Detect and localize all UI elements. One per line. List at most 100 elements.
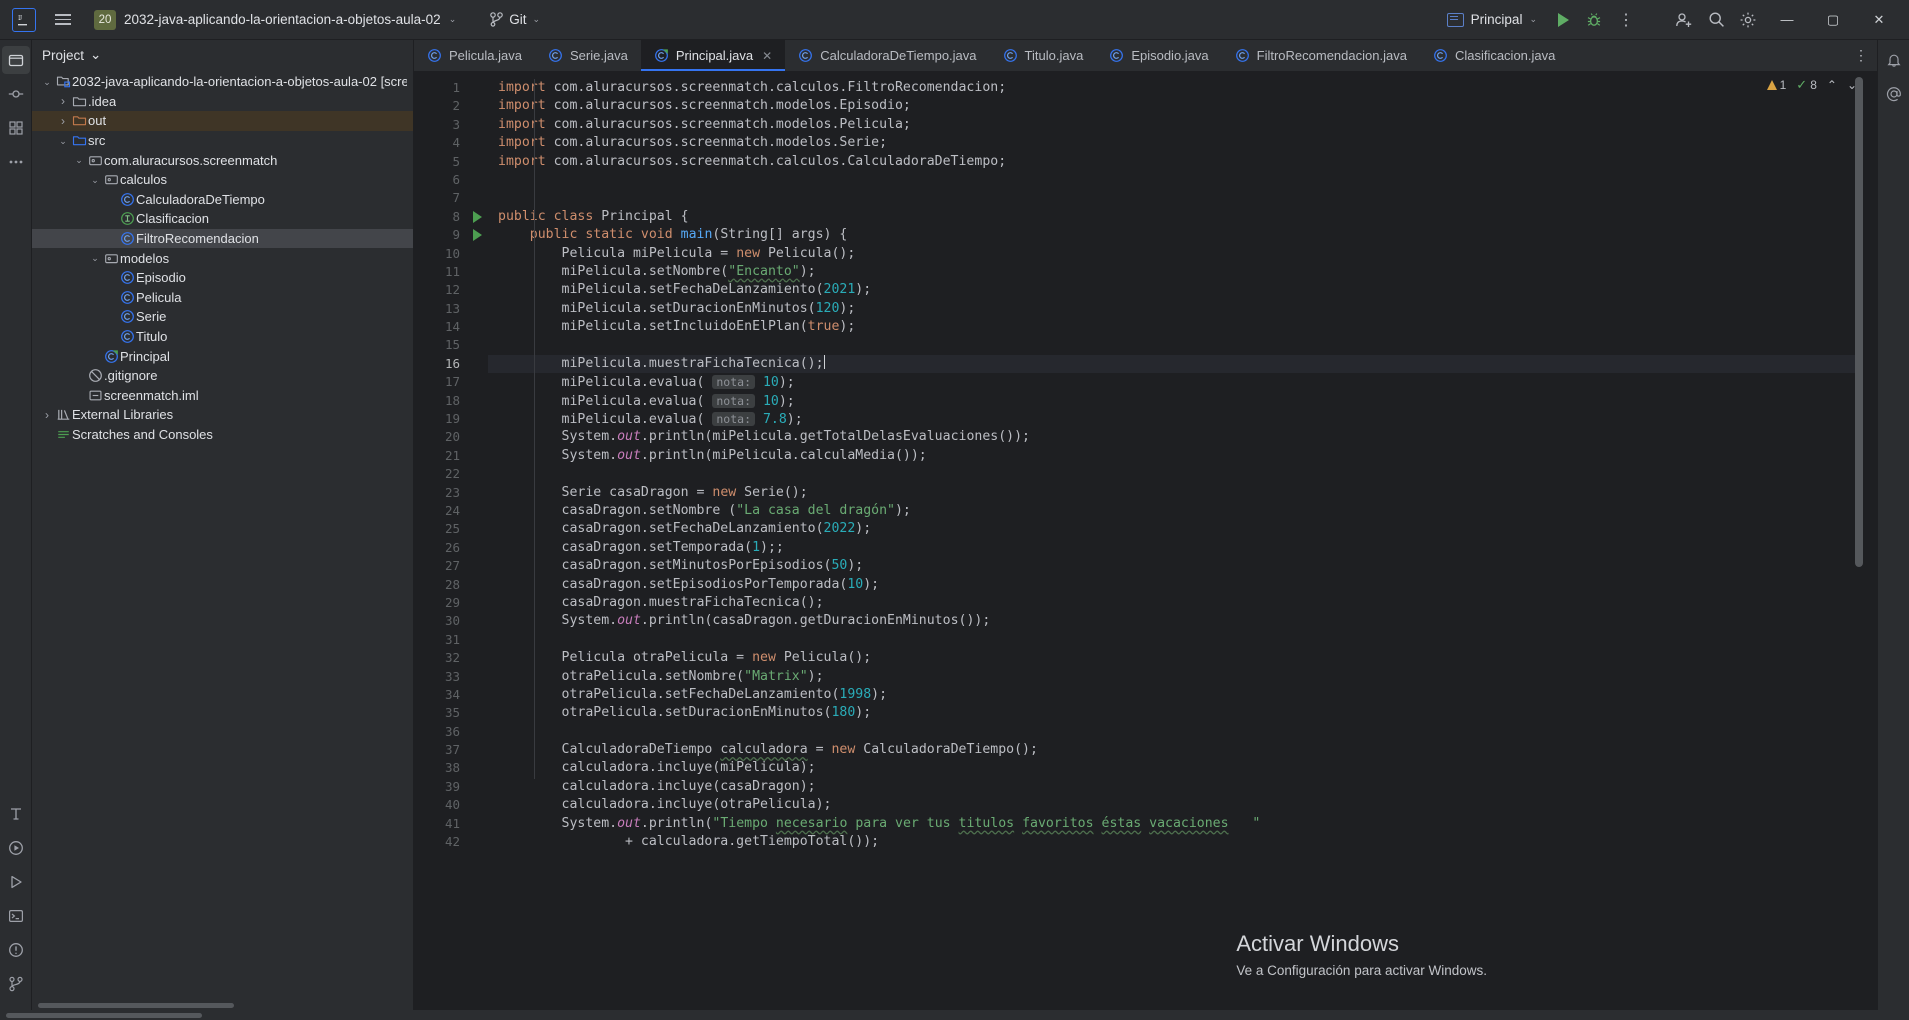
main-menu-button[interactable] (46, 5, 80, 35)
code-line[interactable]: import com.aluracursos.screenmatch.model… (488, 134, 1863, 152)
rail-run-button[interactable] (2, 868, 30, 896)
code-line[interactable] (488, 189, 1863, 207)
editor-tab[interactable]: Titulo.java (990, 40, 1097, 71)
window-maximize-button[interactable]: ▢ (1811, 1, 1855, 39)
code-line[interactable]: System.out.println(miPelicula.calculaMed… (488, 447, 1863, 465)
code-line[interactable]: casaDragon.setFechaDeLanzamiento(2022); (488, 520, 1863, 538)
bottom-scroll-strip[interactable] (0, 1010, 1909, 1020)
code-line[interactable]: Serie casaDragon = new Serie(); (488, 484, 1863, 502)
tree-node[interactable]: Principal (32, 346, 413, 366)
code-line[interactable]: Pelicula otraPelicula = new Pelicula(); (488, 649, 1863, 667)
chevron-down-icon[interactable]: ⌄ (88, 175, 102, 184)
inspection-widget[interactable]: 1 ✓ 8 ⌃ ⌄ (1766, 77, 1857, 93)
next-problem-button[interactable]: ⌄ (1847, 78, 1857, 92)
tree-node[interactable]: Pelicula (32, 288, 413, 308)
rail-notifications-button[interactable] (2, 800, 30, 828)
code-line[interactable]: import com.aluracursos.screenmatch.model… (488, 116, 1863, 134)
git-branch-selector[interactable]: Git ⌄ (482, 7, 548, 33)
project-horizontal-scrollbar[interactable] (32, 1001, 413, 1010)
code-line[interactable]: casaDragon.setMinutosPorEpisodios(50); (488, 557, 1863, 575)
project-panel-header[interactable]: Project ⌄ (32, 40, 413, 70)
more-actions-button[interactable]: ⋮ (1611, 5, 1641, 35)
rail-structure-button[interactable] (2, 114, 30, 142)
debug-button[interactable] (1579, 5, 1609, 35)
chevron-right-icon[interactable]: › (56, 94, 70, 108)
play-triangle-icon[interactable] (472, 229, 482, 242)
run-gutter-icon[interactable] (466, 208, 488, 226)
editor-tab-strip[interactable]: Pelicula.java Serie.java Principal.java ✕ Ca… (414, 40, 1877, 71)
code-line[interactable] (488, 465, 1863, 483)
code-line[interactable] (488, 631, 1863, 649)
tree-node[interactable]: ⌄ src (32, 131, 413, 151)
editor-code-content[interactable]: import com.aluracursos.screenmatch.calcu… (488, 71, 1863, 1010)
code-line[interactable]: import com.aluracursos.screenmatch.calcu… (488, 153, 1863, 171)
code-line[interactable]: casaDragon.setTemporada(1);; (488, 539, 1863, 557)
tree-node[interactable]: Episodio (32, 268, 413, 288)
code-line[interactable]: otraPelicula.setFechaDeLanzamiento(1998)… (488, 686, 1863, 704)
chevron-right-icon[interactable]: › (40, 408, 54, 422)
code-line[interactable]: public static void main(String[] args) { (488, 226, 1863, 244)
code-line[interactable]: casaDragon.setNombre ("La casa del dragó… (488, 502, 1863, 520)
tree-node[interactable]: Titulo (32, 327, 413, 347)
tree-node[interactable]: › External Libraries (32, 405, 413, 425)
editor-tab[interactable]: FiltroRecomendacion.java (1222, 40, 1420, 71)
tree-node[interactable]: Clasificacion (32, 209, 413, 229)
tree-node[interactable]: Scratches and Consoles (32, 425, 413, 445)
code-line[interactable]: miPelicula.setDuracionEnMinutos(120); (488, 300, 1863, 318)
tree-node[interactable]: .gitignore (32, 366, 413, 386)
code-line[interactable]: import com.aluracursos.screenmatch.model… (488, 97, 1863, 115)
prev-problem-button[interactable]: ⌃ (1827, 78, 1837, 92)
tree-node[interactable]: › .idea (32, 92, 413, 112)
rail-more-tools-button[interactable] (2, 148, 30, 176)
code-line[interactable]: import com.aluracursos.screenmatch.calcu… (488, 79, 1863, 97)
play-triangle-icon[interactable] (472, 210, 482, 223)
code-line[interactable]: miPelicula.evalua( nota: 10); (488, 373, 1863, 391)
code-line[interactable]: miPelicula.setNombre("Encanto"); (488, 263, 1863, 281)
code-line[interactable]: miPelicula.evalua( nota: 10); (488, 392, 1863, 410)
code-line[interactable]: System.out.println(miPelicula.getTotalDe… (488, 428, 1863, 446)
editor-tab[interactable]: Clasificacion.java (1420, 40, 1568, 71)
code-line[interactable]: miPelicula.evalua( nota: 7.8); (488, 410, 1863, 428)
close-icon[interactable]: ✕ (762, 49, 772, 63)
tree-node[interactable]: ⌄ modelos (32, 248, 413, 268)
code-line[interactable]: miPelicula.setIncluidoEnElPlan(true); (488, 318, 1863, 336)
search-everywhere-button[interactable] (1701, 5, 1731, 35)
more-tabs-icon[interactable]: ⋮ (1854, 47, 1869, 64)
tree-node[interactable]: CalculadoraDeTiempo (32, 190, 413, 210)
editor-gutter-markers[interactable] (466, 71, 488, 1010)
project-tree[interactable]: ⌄ 2032-java-aplicando-la-orientacion-a-ob… (32, 70, 413, 1001)
chevron-down-icon[interactable]: ⌄ (40, 77, 54, 86)
account-button[interactable] (1669, 5, 1699, 35)
code-line[interactable]: miPelicula.setFechaDeLanzamiento(2021); (488, 281, 1863, 299)
editor-tab[interactable]: CalculadoraDeTiempo.java (785, 40, 989, 71)
rail-terminal-button[interactable] (2, 902, 30, 930)
run-gutter-icon[interactable] (466, 226, 488, 244)
bottom-scroll-thumb[interactable] (6, 1012, 202, 1018)
tree-node[interactable]: ⌄ calculos (32, 170, 413, 190)
code-line[interactable]: otraPelicula.setDuracionEnMinutos(180); (488, 704, 1863, 722)
tree-node[interactable]: screenmatch.iml (32, 386, 413, 406)
run-configuration-selector[interactable]: Principal ⌄ (1439, 7, 1545, 33)
tree-node[interactable]: ⌄ 2032-java-aplicando-la-orientacion-a-ob… (32, 72, 413, 92)
code-line[interactable]: Pelicula miPelicula = new Pelicula(); (488, 245, 1863, 263)
chevron-down-icon[interactable]: ⌄ (88, 254, 102, 263)
editor-tab[interactable]: Principal.java ✕ (640, 40, 786, 71)
settings-button[interactable] (1733, 5, 1763, 35)
tree-node[interactable]: Serie (32, 307, 413, 327)
code-line[interactable]: public class Principal { (488, 208, 1863, 226)
code-line[interactable]: + calculadora.getTiempoTotal()); (488, 833, 1863, 851)
code-line[interactable] (488, 171, 1863, 189)
code-line[interactable]: casaDragon.muestraFichaTecnica(); (488, 594, 1863, 612)
inspection-warnings[interactable]: 1 (1766, 78, 1786, 92)
tree-node[interactable]: ⌄ com.aluracursos.screenmatch (32, 150, 413, 170)
chevron-down-icon[interactable]: ⌄ (72, 156, 86, 165)
tree-node[interactable]: FiltroRecomendacion (32, 228, 413, 249)
code-line[interactable]: System.out.println("Tiempo necesario par… (488, 815, 1863, 833)
chevron-down-icon[interactable]: ⌄ (56, 136, 70, 145)
code-line[interactable]: calculadora.incluye(otraPelicula); (488, 796, 1863, 814)
code-line[interactable]: otraPelicula.setNombre("Matrix"); (488, 668, 1863, 686)
rail-commit-button[interactable] (2, 80, 30, 108)
tree-node[interactable]: › out (32, 111, 413, 131)
rail-ai-assistant-button[interactable] (1880, 80, 1908, 108)
chevron-right-icon[interactable]: › (56, 114, 70, 128)
